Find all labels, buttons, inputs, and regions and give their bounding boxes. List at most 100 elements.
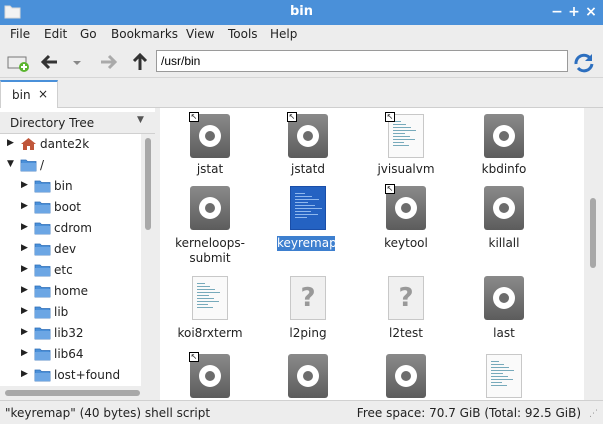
window-title: bin: [289, 4, 314, 19]
script-icon: [190, 276, 230, 320]
symlink-arrow-icon: ↖: [287, 112, 297, 122]
back-arrow-icon[interactable]: [38, 50, 62, 74]
scrollbar-thumb[interactable]: [5, 390, 140, 396]
new-tab-icon[interactable]: [6, 50, 30, 74]
tree-item[interactable]: ▶ cdrom: [0, 218, 141, 239]
close-window-button[interactable]: ×: [583, 3, 599, 21]
menu-bar: File Edit Go Bookmarks View Tools Help: [0, 25, 603, 46]
go-refresh-icon[interactable]: [572, 50, 596, 74]
file-name: keytool: [384, 236, 428, 250]
menu-bookmarks[interactable]: Bookmarks: [111, 27, 178, 41]
menu-view[interactable]: View: [186, 27, 214, 41]
tab-bin[interactable]: bin ×: [0, 80, 58, 108]
tree-item-label: /: [40, 158, 45, 172]
tree-item[interactable]: ▶ bin: [0, 176, 141, 197]
executable-icon: [484, 186, 524, 230]
folder-icon: [20, 159, 37, 172]
symlink-arrow-icon: ↖: [189, 352, 199, 362]
folder-icon: [34, 327, 51, 340]
tab-bar: bin ×: [0, 78, 603, 108]
tree-item-label: dante2k: [40, 137, 90, 151]
side-pane-selector[interactable]: Directory Tree ▼: [0, 112, 155, 134]
up-arrow-icon[interactable]: [128, 50, 152, 74]
file-name: killall: [488, 236, 520, 250]
folder-icon: [34, 264, 51, 277]
folder-icon: [34, 306, 51, 319]
tree-item-label: lib32: [54, 326, 84, 340]
tree-item-label: lib: [54, 305, 69, 319]
folder-icon: [34, 348, 51, 361]
free-space-info: Free space: 70.7 GiB (Total: 92.5 GiB): [356, 406, 581, 420]
folder-icon: [34, 369, 51, 382]
expand-arrow-icon[interactable]: ▶: [21, 285, 28, 295]
tab-close-icon[interactable]: ×: [38, 87, 48, 101]
executable-icon: [288, 354, 328, 398]
sidebar-vertical-scrollbar[interactable]: [141, 134, 155, 386]
menu-edit[interactable]: Edit: [44, 27, 67, 41]
file-name: kbdinfo: [481, 162, 527, 176]
tree-item[interactable]: ▶ dev: [0, 239, 141, 260]
folder-icon: [34, 201, 51, 214]
tree-item[interactable]: ▶ etc: [0, 260, 141, 281]
tree-item[interactable]: ▶ lib: [0, 302, 141, 323]
home-folder-icon: [21, 138, 36, 150]
tree-item[interactable]: ▼ /: [0, 155, 141, 176]
tree-item[interactable]: ▶ lib64: [0, 344, 141, 365]
expand-arrow-icon[interactable]: ▶: [21, 369, 28, 379]
side-pane-title: Directory Tree: [10, 116, 95, 130]
folder-icon: [34, 180, 51, 193]
expand-arrow-icon[interactable]: ▶: [21, 264, 28, 274]
expand-arrow-icon[interactable]: ▶: [21, 348, 28, 358]
sidebar-horizontal-scrollbar[interactable]: [0, 386, 155, 400]
file-icon-view: ↖ jstat ↖ jstatd ↖ jvisualvm kbdinfo kerneloops…: [160, 108, 584, 400]
folder-icon: [34, 285, 51, 298]
tree-item[interactable]: ▶ lib32: [0, 323, 141, 344]
collapse-arrow-icon[interactable]: ▼: [7, 159, 14, 169]
tree-item[interactable]: ▶ dante2k: [0, 134, 141, 155]
status-bar: "keyremap" (40 bytes) shell script Free …: [0, 400, 603, 424]
minimize-button[interactable]: −: [549, 3, 565, 21]
tree-item[interactable]: ▶ lost+found: [0, 365, 141, 386]
file-name: l2ping: [289, 326, 327, 340]
unknown-file-icon: ?: [386, 276, 426, 320]
script-icon: [484, 354, 524, 398]
main-vertical-scrollbar[interactable]: [584, 108, 603, 400]
expand-arrow-icon[interactable]: ▶: [21, 327, 28, 337]
tree-item-label: cdrom: [54, 221, 92, 235]
scrollbar-thumb[interactable]: [145, 138, 151, 230]
file-name: jvisualvm: [377, 162, 435, 176]
tree-item-label: home: [54, 284, 89, 298]
expand-arrow-icon[interactable]: ▶: [21, 243, 28, 253]
expand-arrow-icon[interactable]: ▶: [21, 201, 28, 211]
scrollbar-thumb[interactable]: [590, 198, 596, 268]
maximize-button[interactable]: +: [566, 3, 582, 21]
tree-item-label: etc: [54, 263, 73, 277]
tab-label: bin: [12, 88, 31, 102]
symlink-arrow-icon: ↖: [385, 184, 395, 194]
executable-icon: [386, 354, 426, 398]
tree-item[interactable]: ▶ boot: [0, 197, 141, 218]
expand-arrow-icon[interactable]: ▶: [21, 306, 28, 316]
expand-arrow-icon[interactable]: ▶: [7, 138, 14, 148]
location-input[interactable]: [156, 50, 568, 72]
tree-item-label: lib64: [54, 347, 84, 361]
file-name: jstat: [196, 162, 224, 176]
file-name: l2test: [388, 326, 423, 340]
file-name: last: [493, 326, 515, 340]
file-name: keyremap: [277, 236, 337, 251]
expand-arrow-icon[interactable]: ▶: [21, 180, 28, 190]
file-name: kerneloops-submit: [175, 236, 245, 265]
tree-item[interactable]: ▶ home: [0, 281, 141, 302]
resize-grip-icon[interactable]: ⋰: [589, 409, 599, 419]
menu-tools[interactable]: Tools: [228, 27, 258, 41]
tree-item-label: boot: [54, 200, 82, 214]
menu-file[interactable]: File: [10, 27, 30, 41]
menu-help[interactable]: Help: [270, 27, 297, 41]
history-dropdown-icon[interactable]: [70, 50, 84, 74]
unknown-file-icon: ?: [288, 276, 328, 320]
forward-arrow-icon[interactable]: [96, 50, 120, 74]
menu-go[interactable]: Go: [80, 27, 97, 41]
symlink-arrow-icon: ↖: [385, 112, 395, 122]
expand-arrow-icon[interactable]: ▶: [21, 222, 28, 232]
folder-icon: [34, 243, 51, 256]
